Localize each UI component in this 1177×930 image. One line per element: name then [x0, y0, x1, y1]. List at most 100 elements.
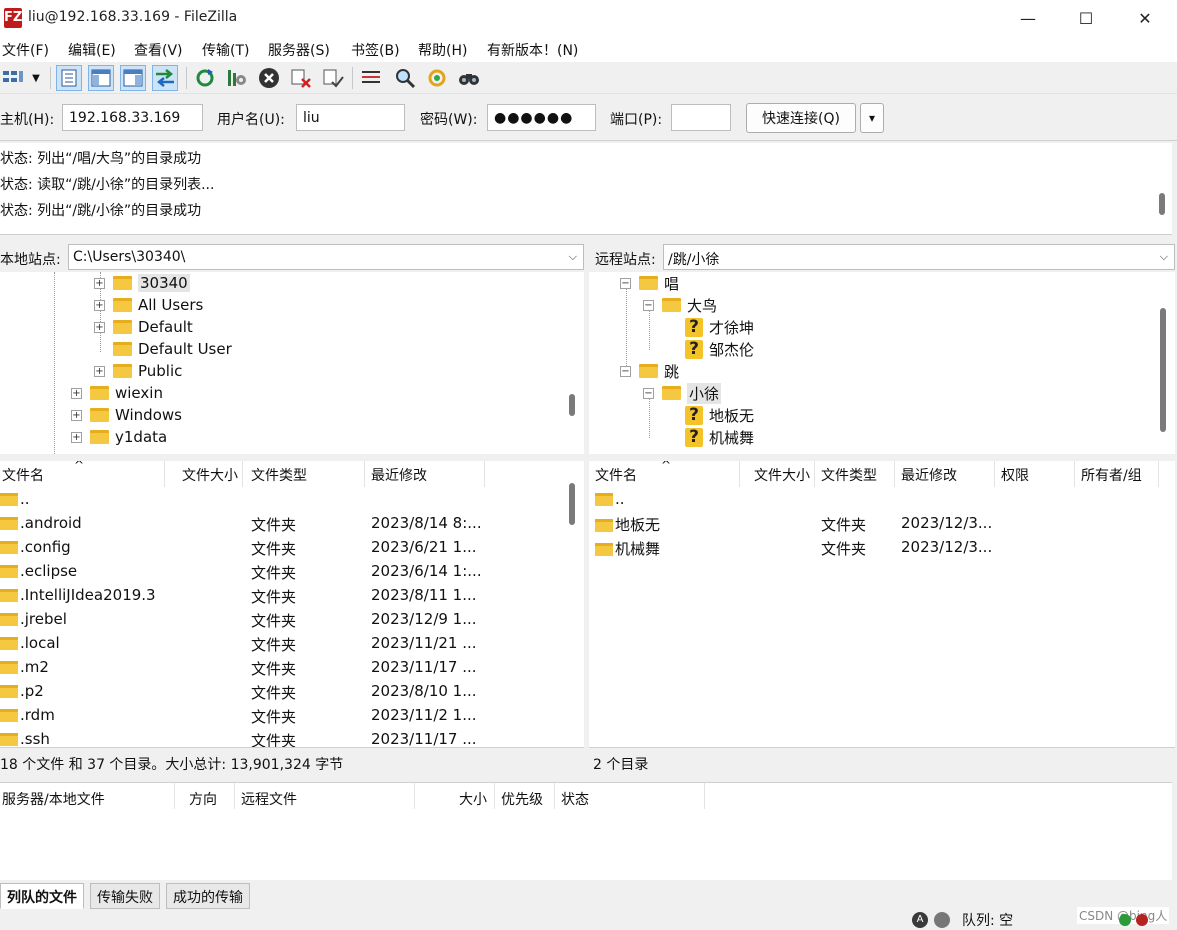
message-log-icon[interactable] [56, 65, 82, 91]
pane-splitter[interactable] [584, 243, 589, 777]
tree-node-chang[interactable]: − 唱 [620, 272, 679, 294]
tree-node-30340[interactable]: +30340 [94, 272, 190, 294]
file-row[interactable]: .p2 文件夹 2023/8/10 1... [0, 680, 584, 704]
tree-node-dibanwu[interactable]: ? 地板无 [685, 404, 754, 426]
refresh-icon[interactable] [192, 65, 218, 91]
tree-node-default-user[interactable]: Default User [113, 338, 232, 360]
folder-icon [90, 430, 109, 444]
column-header-filesize[interactable]: 文件大小 [740, 461, 815, 487]
gear-icon[interactable] [934, 912, 950, 928]
disconnect-icon[interactable] [288, 65, 314, 91]
tree-node-daniao[interactable]: − 大鸟 [643, 294, 717, 316]
tab-failed-transfers[interactable]: 传输失败 [90, 883, 160, 909]
local-list-scrollbar[interactable] [569, 483, 575, 525]
log-scrollbar[interactable] [1159, 193, 1165, 215]
menu-transfer[interactable]: 传输(T) [202, 40, 249, 60]
folder-icon [0, 541, 18, 554]
sync-browse-icon[interactable] [424, 65, 450, 91]
queue-column-direction[interactable]: 方向 [189, 789, 217, 809]
tab-successful-transfers[interactable]: 成功的传输 [166, 883, 250, 909]
menu-file[interactable]: 文件(F) [2, 40, 49, 60]
chevron-down-icon: ⌵ [568, 250, 577, 263]
remote-tree-scrollbar[interactable] [1160, 308, 1166, 432]
remote-path-combobox[interactable]: /跳/小徐 ⌵ [663, 244, 1175, 270]
password-input[interactable] [487, 104, 596, 131]
reconnect-icon[interactable] [320, 65, 346, 91]
queue-column-server-local[interactable]: 服务器/本地文件 [2, 789, 105, 809]
site-manager-icon[interactable] [0, 65, 26, 91]
speed-limit-icon[interactable]: A [912, 912, 928, 928]
remote-status-text: 2 个目录 [589, 747, 1175, 777]
file-modified: 2023/8/14 8:... [371, 514, 482, 532]
maximize-button[interactable]: ☐ [1057, 0, 1115, 36]
unknown-folder-icon: ? [685, 317, 703, 337]
cancel-icon[interactable] [256, 65, 282, 91]
tree-node-wiexin[interactable]: + wiexin [71, 382, 163, 404]
transfer-queue-icon[interactable] [152, 65, 178, 91]
local-tree-icon[interactable] [88, 65, 114, 91]
column-header-owner[interactable]: 所有者/组 [1075, 461, 1159, 487]
column-header-filetype[interactable]: 文件类型 [243, 461, 365, 487]
filter-icon[interactable] [358, 65, 384, 91]
local-path-combobox[interactable]: C:\Users\30340\ ⌵ [68, 244, 584, 270]
local-tree-scrollbar[interactable] [569, 394, 575, 416]
queue-column-remote-file[interactable]: 远程文件 [241, 789, 297, 809]
username-input[interactable] [296, 104, 405, 131]
tree-node-public[interactable]: + Public [94, 360, 182, 382]
file-row[interactable]: .m2 文件夹 2023/11/17 ... [0, 656, 584, 680]
menu-edit[interactable]: 编辑(E) [68, 40, 116, 60]
file-row[interactable]: .rdm 文件夹 2023/11/2 1... [0, 704, 584, 728]
menu-bookmarks[interactable]: 书签(B) [351, 40, 400, 60]
menu-new-version[interactable]: 有新版本！(N) [487, 40, 578, 60]
remote-tree-icon[interactable] [120, 65, 146, 91]
tree-node-tiao[interactable]: − 跳 [620, 360, 679, 382]
quickconnect-history-dropdown[interactable]: ▾ [860, 103, 884, 133]
file-name: .jrebel [0, 610, 67, 628]
tab-queued-files[interactable]: 列队的文件 [0, 883, 84, 909]
tree-node-y1data[interactable]: + y1data [71, 426, 167, 448]
file-row[interactable]: .. [0, 488, 584, 512]
file-row[interactable]: .config 文件夹 2023/6/21 1... [0, 536, 584, 560]
close-button[interactable]: ✕ [1116, 0, 1174, 36]
column-header-filetype[interactable]: 文件类型 [815, 461, 895, 487]
tree-node-zoujielun[interactable]: ? 邹杰伦 [685, 338, 754, 360]
file-row[interactable]: .local 文件夹 2023/11/21 ... [0, 632, 584, 656]
file-modified: 2023/11/21 ... [371, 634, 477, 652]
compare-icon[interactable] [392, 65, 418, 91]
dropdown-arrow-icon[interactable]: ▼ [28, 65, 44, 91]
file-row[interactable]: 机械舞 文件夹 2023/12/3... [589, 536, 1175, 560]
process-queue-icon[interactable] [224, 65, 250, 91]
filezilla-window: FZ liu@192.168.33.169 - FileZilla — ☐ ✕ … [0, 0, 1177, 930]
menu-help[interactable]: 帮助(H) [418, 40, 467, 60]
tree-node-jixiewu[interactable]: ? 机械舞 [685, 426, 754, 448]
column-header-filesize[interactable]: 文件大小 [165, 461, 243, 487]
tree-node-caixukun[interactable]: ? 才徐坤 [685, 316, 754, 338]
file-type: 文件夹 [251, 732, 297, 747]
port-input[interactable] [671, 104, 731, 131]
sort-ascending-icon: ^ [74, 461, 85, 472]
file-row[interactable]: .jrebel 文件夹 2023/12/9 1... [0, 608, 584, 632]
quickconnect-button[interactable]: 快速连接(Q) [746, 103, 856, 133]
menu-view[interactable]: 查看(V) [134, 40, 183, 60]
column-header-modified[interactable]: 最近修改 [365, 461, 485, 487]
tree-node-xiaoxu[interactable]: − 小徐 [643, 382, 722, 404]
column-header-modified[interactable]: 最近修改 [895, 461, 995, 487]
tree-node-all-users[interactable]: + All Users [94, 294, 203, 316]
tree-node-windows[interactable]: + Windows [71, 404, 182, 426]
menu-server[interactable]: 服务器(S) [268, 40, 330, 60]
host-input[interactable] [62, 104, 203, 131]
file-row[interactable]: 地板无 文件夹 2023/12/3... [589, 512, 1175, 536]
unknown-folder-icon: ? [685, 427, 703, 447]
queue-column-size[interactable]: 大小 [459, 789, 487, 809]
queue-column-status[interactable]: 状态 [561, 789, 589, 809]
file-row[interactable]: .IntelliJIdea2019.3 文件夹 2023/8/11 1... [0, 584, 584, 608]
search-icon[interactable] [456, 65, 482, 91]
column-header-permissions[interactable]: 权限 [995, 461, 1075, 487]
file-row[interactable]: .eclipse 文件夹 2023/6/14 1:... [0, 560, 584, 584]
minimize-button[interactable]: — [999, 0, 1057, 36]
file-row[interactable]: .android 文件夹 2023/8/14 8:... [0, 512, 584, 536]
tree-node-default[interactable]: + Default [94, 316, 193, 338]
file-row[interactable]: .ssh 文件夹 2023/11/17 ... [0, 728, 584, 747]
queue-column-priority[interactable]: 优先级 [501, 789, 543, 809]
file-row[interactable]: .. [589, 488, 1175, 512]
